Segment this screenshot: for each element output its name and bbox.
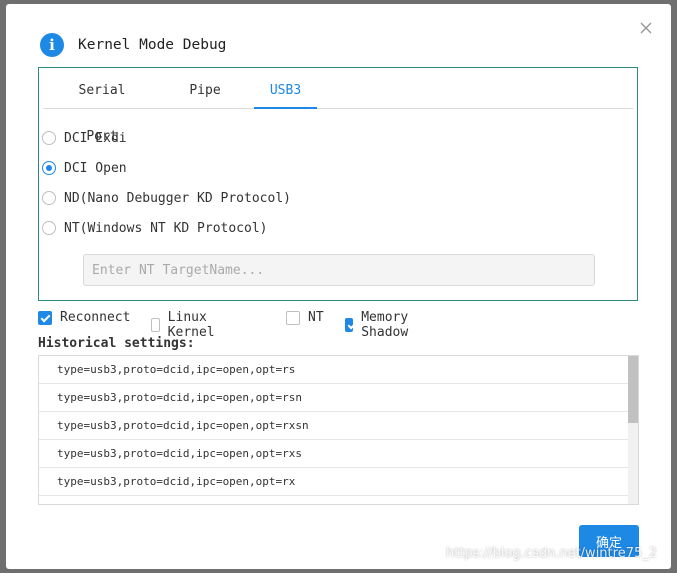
checkbox-label: NT bbox=[308, 310, 324, 325]
list-item[interactable]: type=usb3,proto=dcid,ipc=open,opt=rxsn bbox=[39, 412, 628, 440]
option-reconnect[interactable]: Reconnect bbox=[38, 310, 130, 325]
radio-dci-exdi[interactable]: DCI Exdi bbox=[42, 128, 127, 148]
radio-nd-protocol[interactable]: ND(Nano Debugger KD Protocol) bbox=[42, 188, 291, 208]
checkbox-label: Memory Shadow bbox=[361, 310, 409, 340]
info-icon: i bbox=[40, 33, 64, 57]
option-nt[interactable]: NT bbox=[286, 310, 324, 325]
connection-tab-panel: Serial Port Pipe USB3 DCI Exdi DCI Open … bbox=[38, 67, 638, 301]
close-icon[interactable] bbox=[638, 20, 654, 36]
checkbox[interactable] bbox=[345, 318, 354, 332]
radio-label: DCI Exdi bbox=[64, 130, 127, 146]
watermark: https://blog.csdn.net/wintre75_2 bbox=[446, 546, 658, 561]
radio-label: NT(Windows NT KD Protocol) bbox=[64, 220, 268, 236]
checkbox[interactable] bbox=[286, 310, 300, 325]
tab-bar: Serial Port Pipe USB3 bbox=[43, 68, 633, 144]
checkbox[interactable] bbox=[38, 310, 52, 325]
radio-label: ND(Nano Debugger KD Protocol) bbox=[64, 190, 291, 206]
tab-serial-port[interactable]: Serial Port bbox=[59, 68, 145, 144]
kernel-debug-dialog: i Kernel Mode Debug Serial Port Pipe USB… bbox=[6, 4, 671, 569]
radio-button[interactable] bbox=[42, 221, 56, 235]
tab-pipe[interactable]: Pipe bbox=[183, 68, 227, 108]
nt-target-name-input[interactable] bbox=[83, 254, 595, 286]
checkbox[interactable] bbox=[151, 318, 160, 332]
list-item[interactable]: type=usb3,proto=dcid,ipc=open,opt=rsn bbox=[39, 384, 628, 412]
scrollbar-thumb[interactable] bbox=[628, 356, 638, 423]
radio-dci-open[interactable]: DCI Open bbox=[42, 158, 127, 178]
radio-nt-protocol[interactable]: NT(Windows NT KD Protocol) bbox=[42, 218, 268, 238]
radio-button[interactable] bbox=[42, 131, 56, 145]
checkbox-label: Reconnect bbox=[60, 310, 131, 325]
history-list[interactable]: type=usb3,proto=dcid,ipc=open,opt=rs typ… bbox=[38, 355, 639, 505]
list-item[interactable]: type=usb3,proto=dcid,ipc=open,opt=rxs bbox=[39, 440, 628, 468]
dialog-title: Kernel Mode Debug bbox=[78, 37, 227, 53]
radio-button[interactable] bbox=[42, 191, 56, 205]
tab-usb3[interactable]: USB3 bbox=[254, 68, 317, 109]
radio-label: DCI Open bbox=[64, 160, 127, 176]
radio-button[interactable] bbox=[42, 161, 56, 175]
list-item[interactable]: type=usb3,proto=dcid,ipc=open,opt=rs bbox=[39, 356, 628, 384]
list-item[interactable]: type=usb3,proto=dcid,ipc=open,opt=rx bbox=[39, 468, 628, 496]
history-label: Historical settings: bbox=[38, 336, 195, 351]
option-memory-shadow[interactable]: Memory Shadow bbox=[345, 310, 414, 340]
